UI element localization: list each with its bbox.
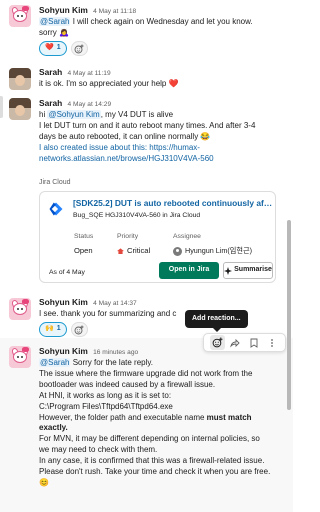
author-name[interactable]: Sohyun Kim xyxy=(39,5,88,15)
unread-marker xyxy=(0,96,3,118)
add-reaction-icon xyxy=(74,44,84,53)
card-subtitle: Bug_SQE HGJ310V4VA-560 in Jira Cloud xyxy=(73,212,201,219)
message-text: @Sarah I will check again on Wednesday a… xyxy=(39,17,253,37)
reactions-bar: ❤️ 1 xyxy=(39,41,88,56)
share-icon xyxy=(230,338,241,347)
scrollbar-thumb[interactable] xyxy=(287,220,291,410)
critical-priority-icon xyxy=(117,248,124,255)
bookmark-icon xyxy=(250,338,258,348)
as-of-date: As of 4 May xyxy=(49,269,85,276)
avatar-sarah[interactable] xyxy=(9,68,31,90)
reaction-heart[interactable]: ❤️ 1 xyxy=(39,41,67,56)
issue-link[interactable]: I also created issue about this: https:/… xyxy=(39,143,200,152)
card-title[interactable]: [SDK25.2] DUT is auto rebooted continuou… xyxy=(73,198,273,209)
more-action[interactable] xyxy=(264,335,279,350)
jira-icon xyxy=(49,202,63,216)
message-actions-toolbar xyxy=(203,333,286,352)
priority-value: Critical xyxy=(117,246,150,257)
timestamp[interactable]: 4 May at 11:18 xyxy=(93,8,136,15)
assignee-label: Assignee xyxy=(173,233,201,240)
avatar-sohyun[interactable] xyxy=(9,298,31,320)
author-name[interactable]: Sarah xyxy=(39,67,62,77)
add-reaction-button[interactable] xyxy=(70,322,88,337)
raised-hands-icon: 🙌 xyxy=(45,325,54,333)
mention[interactable]: @Sarah xyxy=(39,17,71,26)
open-in-jira-button[interactable]: Open in Jira xyxy=(159,262,219,279)
reaction-raised-hands[interactable]: 🙌 1 xyxy=(39,322,67,337)
mention[interactable]: @Sarah xyxy=(39,358,71,367)
author-name[interactable]: Sarah xyxy=(39,98,62,108)
status-value: Open xyxy=(74,246,93,255)
summarise-button[interactable]: Summarise xyxy=(223,262,273,279)
more-icon xyxy=(270,338,273,347)
reactions-bar: 🙌 1 xyxy=(39,322,88,337)
author-name[interactable]: Sohyun Kim xyxy=(39,346,88,356)
avatar-sohyun[interactable] xyxy=(9,5,31,27)
issue-link-cont[interactable]: networks.atlassian.net/browse/HGJ310V4VA… xyxy=(39,154,214,163)
priority-label: Priority xyxy=(117,233,139,240)
sparkle-icon xyxy=(224,266,233,275)
avatar-sohyun[interactable] xyxy=(9,346,31,368)
bookmark-action[interactable] xyxy=(246,335,261,350)
avatar-sarah[interactable] xyxy=(9,98,31,120)
assignee-value: Hyungun Lim(임현근) xyxy=(173,246,252,257)
user-avatar-icon xyxy=(173,246,182,256)
timestamp[interactable]: 16 minutes ago xyxy=(93,349,138,356)
timestamp[interactable]: 4 May at 11:19 xyxy=(68,70,111,77)
message-text: hi @Sohyun Kim, my V4 DUT is alive I let… xyxy=(39,110,256,163)
author-name[interactable]: Sohyun Kim xyxy=(39,297,88,307)
share-action[interactable] xyxy=(228,335,243,350)
status-label: Status xyxy=(74,233,94,240)
timestamp[interactable]: 4 May at 14:37 xyxy=(93,300,137,307)
message-text: it is ok. I'm so appreciated your help ❤… xyxy=(39,79,179,88)
jira-card: [SDK25.2] DUT is auto rebooted continuou… xyxy=(39,191,276,283)
add-reaction-tooltip: Add reaction... xyxy=(185,310,248,332)
timestamp[interactable]: 4 May at 14:29 xyxy=(68,101,112,108)
add-reaction-icon xyxy=(74,325,84,334)
heart-icon: ❤️ xyxy=(45,44,54,52)
add-reaction-button[interactable] xyxy=(70,41,88,56)
add-reaction-action[interactable] xyxy=(209,335,225,350)
add-reaction-icon xyxy=(212,337,223,348)
message-text: @Sarah Sorry for the late reply. The iss… xyxy=(39,358,271,487)
unfurl-source: Jira Cloud xyxy=(39,179,71,186)
mention[interactable]: @Sohyun Kim xyxy=(47,110,101,119)
